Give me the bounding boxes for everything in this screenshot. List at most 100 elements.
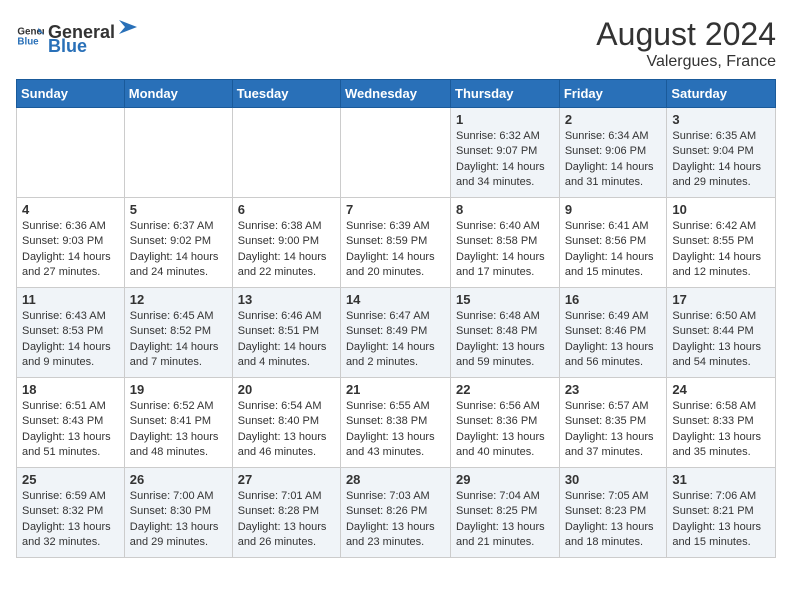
cell-content: Sunrise: 6:46 AM Sunset: 8:51 PM Dayligh… [238, 309, 335, 371]
day-number: 31 [672, 472, 770, 487]
calendar-cell-4-6: 31 Sunrise: 7:06 AM Sunset: 8:21 PM Dayli… [667, 468, 776, 558]
calendar-week-2: 11Sunrise: 6:43 AM Sunset: 8:53 PM Dayli… [17, 288, 776, 378]
calendar-cell-0-6: 3Sunrise: 6:35 AM Sunset: 9:04 PM Daylig… [667, 108, 776, 198]
calendar-cell-3-3: 21Sunrise: 6:55 AM Sunset: 8:38 PM Dayli… [340, 378, 450, 468]
day-number: 2 [565, 112, 662, 127]
cell-content: Sunrise: 7:04 AM Sunset: 8:25 PM Dayligh… [456, 489, 554, 551]
cell-content: Sunrise: 7:03 AM Sunset: 8:26 PM Dayligh… [346, 489, 445, 551]
calendar-cell-3-1: 19 Sunrise: 6:52 AM Sunset: 8:41 PM Dayli… [124, 378, 232, 468]
logo-arrow-icon [117, 16, 139, 38]
calendar-cell-4-2: 27 Sunrise: 7:01 AM Sunset: 8:28 PM Dayli… [232, 468, 340, 558]
calendar-cell-2-1: 12 Sunrise: 6:45 AM Sunset: 8:52 PM Dayli… [124, 288, 232, 378]
cell-content: Sunrise: 6:54 AM Sunset: 8:40 PM Dayligh… [238, 399, 335, 461]
day-number: 25 [22, 472, 119, 487]
cell-content: Sunrise: 6:56 AM Sunset: 8:36 PM Dayligh… [456, 399, 554, 461]
header-friday: Friday [559, 80, 667, 108]
cell-content: Sunrise: 6:48 AM Sunset: 8:48 PM Dayligh… [456, 309, 554, 371]
calendar-week-4: 25 Sunrise: 6:59 AM Sunset: 8:32 PM Dayli… [17, 468, 776, 558]
day-number: 29 [456, 472, 554, 487]
header-wednesday: Wednesday [340, 80, 450, 108]
calendar-header-row: SundayMondayTuesdayWednesdayThursdayFrid… [17, 80, 776, 108]
day-number: 1 [456, 112, 554, 127]
day-number: 30 [565, 472, 662, 487]
cell-content: Sunrise: 6:32 AM Sunset: 9:07 PM Dayligh… [456, 129, 554, 191]
cell-content: Sunrise: 7:00 AM Sunset: 8:30 PM Dayligh… [130, 489, 227, 551]
day-number: 5 [130, 202, 227, 217]
cell-content: Sunrise: 6:45 AM Sunset: 8:52 PM Dayligh… [130, 309, 227, 371]
day-number: 17 [672, 292, 770, 307]
cell-content: Sunrise: 7:06 AM Sunset: 8:21 PM Dayligh… [672, 489, 770, 551]
calendar-week-3: 18Sunrise: 6:51 AM Sunset: 8:43 PM Dayli… [17, 378, 776, 468]
header-thursday: Thursday [451, 80, 560, 108]
cell-content: Sunrise: 6:59 AM Sunset: 8:32 PM Dayligh… [22, 489, 119, 551]
day-number: 18 [22, 382, 119, 397]
calendar-cell-1-3: 7Sunrise: 6:39 AM Sunset: 8:59 PM Daylig… [340, 198, 450, 288]
calendar-cell-4-3: 28 Sunrise: 7:03 AM Sunset: 8:26 PM Dayli… [340, 468, 450, 558]
day-number: 8 [456, 202, 554, 217]
day-number: 14 [346, 292, 445, 307]
cell-content: Sunrise: 6:42 AM Sunset: 8:55 PM Dayligh… [672, 219, 770, 281]
day-number: 27 [238, 472, 335, 487]
page-header: General Blue General Blue August 2024 Va… [16, 16, 776, 71]
calendar-week-0: 1 Sunrise: 6:32 AM Sunset: 9:07 PM Daylig… [17, 108, 776, 198]
day-number: 28 [346, 472, 445, 487]
day-number: 10 [672, 202, 770, 217]
day-number: 13 [238, 292, 335, 307]
month-year-title: August 2024 [596, 16, 776, 53]
cell-content: Sunrise: 6:58 AM Sunset: 8:33 PM Dayligh… [672, 399, 770, 461]
calendar-cell-2-4: 15 Sunrise: 6:48 AM Sunset: 8:48 PM Dayli… [451, 288, 560, 378]
day-number: 23 [565, 382, 662, 397]
calendar-cell-1-2: 6 Sunrise: 6:38 AM Sunset: 9:00 PM Daylig… [232, 198, 340, 288]
calendar-cell-0-4: 1 Sunrise: 6:32 AM Sunset: 9:07 PM Daylig… [451, 108, 560, 198]
logo-icon: General Blue [16, 22, 44, 50]
calendar-cell-0-3 [340, 108, 450, 198]
calendar-cell-3-6: 24 Sunrise: 6:58 AM Sunset: 8:33 PM Dayli… [667, 378, 776, 468]
cell-content: Sunrise: 6:40 AM Sunset: 8:58 PM Dayligh… [456, 219, 554, 281]
header-sunday: Sunday [17, 80, 125, 108]
day-number: 24 [672, 382, 770, 397]
calendar-cell-2-6: 17 Sunrise: 6:50 AM Sunset: 8:44 PM Dayli… [667, 288, 776, 378]
calendar-cell-4-1: 26 Sunrise: 7:00 AM Sunset: 8:30 PM Dayli… [124, 468, 232, 558]
calendar-cell-0-0 [17, 108, 125, 198]
header-saturday: Saturday [667, 80, 776, 108]
calendar-cell-2-2: 13 Sunrise: 6:46 AM Sunset: 8:51 PM Dayli… [232, 288, 340, 378]
cell-content: Sunrise: 6:34 AM Sunset: 9:06 PM Dayligh… [565, 129, 662, 191]
cell-content: Sunrise: 6:43 AM Sunset: 8:53 PM Dayligh… [22, 309, 119, 371]
cell-content: Sunrise: 6:52 AM Sunset: 8:41 PM Dayligh… [130, 399, 227, 461]
cell-content: Sunrise: 7:01 AM Sunset: 8:28 PM Dayligh… [238, 489, 335, 551]
calendar-cell-4-4: 29 Sunrise: 7:04 AM Sunset: 8:25 PM Dayli… [451, 468, 560, 558]
cell-content: Sunrise: 6:38 AM Sunset: 9:00 PM Dayligh… [238, 219, 335, 281]
calendar-cell-1-5: 9 Sunrise: 6:41 AM Sunset: 8:56 PM Daylig… [559, 198, 667, 288]
title-section: August 2024 Valergues, France [596, 16, 776, 71]
cell-content: Sunrise: 6:57 AM Sunset: 8:35 PM Dayligh… [565, 399, 662, 461]
day-number: 12 [130, 292, 227, 307]
cell-content: Sunrise: 6:41 AM Sunset: 8:56 PM Dayligh… [565, 219, 662, 281]
calendar-cell-1-1: 5 Sunrise: 6:37 AM Sunset: 9:02 PM Daylig… [124, 198, 232, 288]
header-monday: Monday [124, 80, 232, 108]
day-number: 3 [672, 112, 770, 127]
calendar-cell-1-4: 8 Sunrise: 6:40 AM Sunset: 8:58 PM Daylig… [451, 198, 560, 288]
day-number: 6 [238, 202, 335, 217]
calendar-cell-0-1 [124, 108, 232, 198]
header-tuesday: Tuesday [232, 80, 340, 108]
svg-text:Blue: Blue [17, 36, 39, 47]
cell-content: Sunrise: 6:39 AM Sunset: 8:59 PM Dayligh… [346, 219, 445, 281]
cell-content: Sunrise: 6:37 AM Sunset: 9:02 PM Dayligh… [130, 219, 227, 281]
day-number: 4 [22, 202, 119, 217]
day-number: 22 [456, 382, 554, 397]
calendar-week-1: 4Sunrise: 6:36 AM Sunset: 9:03 PM Daylig… [17, 198, 776, 288]
logo: General Blue General Blue [16, 16, 139, 55]
calendar-cell-1-6: 10 Sunrise: 6:42 AM Sunset: 8:55 PM Dayli… [667, 198, 776, 288]
day-number: 19 [130, 382, 227, 397]
calendar-cell-3-4: 22 Sunrise: 6:56 AM Sunset: 8:36 PM Dayli… [451, 378, 560, 468]
calendar-table: SundayMondayTuesdayWednesdayThursdayFrid… [16, 79, 776, 558]
calendar-cell-0-5: 2 Sunrise: 6:34 AM Sunset: 9:06 PM Daylig… [559, 108, 667, 198]
cell-content: Sunrise: 6:50 AM Sunset: 8:44 PM Dayligh… [672, 309, 770, 371]
day-number: 9 [565, 202, 662, 217]
calendar-cell-2-0: 11Sunrise: 6:43 AM Sunset: 8:53 PM Dayli… [17, 288, 125, 378]
calendar-cell-3-2: 20Sunrise: 6:54 AM Sunset: 8:40 PM Dayli… [232, 378, 340, 468]
day-number: 26 [130, 472, 227, 487]
day-number: 15 [456, 292, 554, 307]
day-number: 16 [565, 292, 662, 307]
cell-content: Sunrise: 6:49 AM Sunset: 8:46 PM Dayligh… [565, 309, 662, 371]
